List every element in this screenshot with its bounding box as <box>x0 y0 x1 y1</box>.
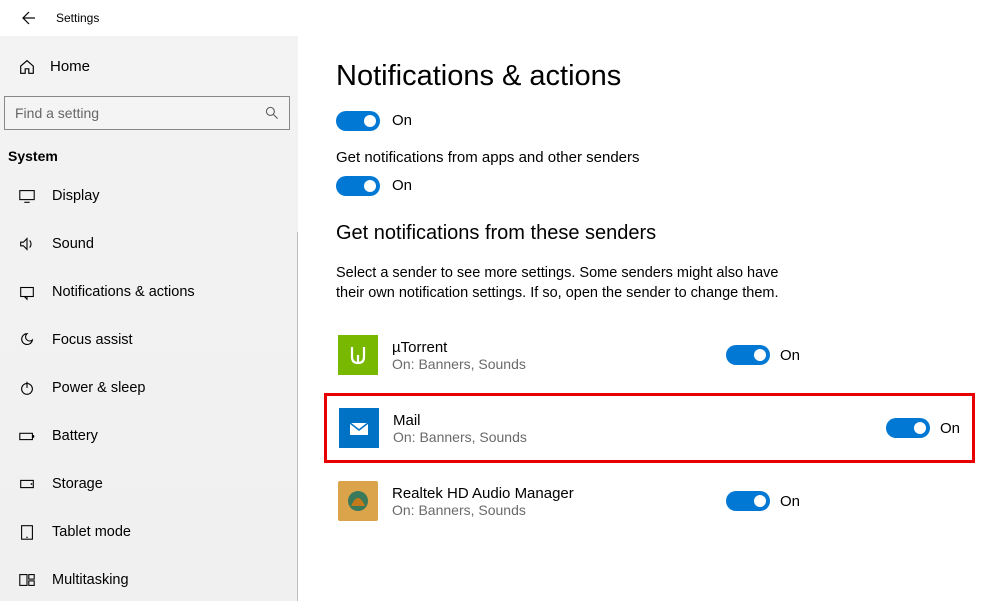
apps-toggle[interactable] <box>336 176 380 196</box>
storage-icon <box>16 475 38 493</box>
sender-row-utorrent[interactable]: µTorrent On: Banners, Sounds On <box>336 325 806 385</box>
tablet-icon <box>16 523 38 541</box>
sender-toggle-label: On <box>940 420 960 437</box>
sidebar-group-label: System <box>0 148 298 172</box>
sound-icon <box>16 235 38 253</box>
master-toggle-label: On <box>392 112 412 129</box>
sender-toggle-label: On <box>780 347 800 364</box>
sender-name: µTorrent <box>392 339 726 356</box>
utorrent-icon <box>338 335 378 375</box>
sender-toggle-label: On <box>780 493 800 510</box>
search-input[interactable] <box>15 105 263 121</box>
main-panel: Notifications & actions On Get notificat… <box>298 36 993 601</box>
sidebar-item-multitasking[interactable]: Multitasking <box>0 556 298 604</box>
sidebar-item-label: Notifications & actions <box>52 284 195 300</box>
apps-toggle-label: On <box>392 177 412 194</box>
senders-heading: Get notifications from these senders <box>336 222 963 245</box>
window-title: Settings <box>56 11 99 25</box>
sidebar-item-focus-assist[interactable]: Focus assist <box>0 316 298 364</box>
sidebar-item-tablet[interactable]: Tablet mode <box>0 508 298 556</box>
mail-icon <box>339 408 379 448</box>
sidebar-item-label: Sound <box>52 236 94 252</box>
sidebar: Home System Display Sound Notificat <box>0 36 298 601</box>
sidebar-item-label: Focus assist <box>52 332 133 348</box>
sidebar-item-label: Tablet mode <box>52 524 131 540</box>
sender-subtext: On: Banners, Sounds <box>392 502 726 518</box>
senders-help: Select a sender to see more settings. So… <box>336 263 806 304</box>
notifications-icon <box>16 283 38 301</box>
search-box[interactable] <box>4 96 290 130</box>
display-icon <box>16 187 38 205</box>
realtek-icon <box>338 481 378 521</box>
sender-subtext: On: Banners, Sounds <box>392 356 726 372</box>
sender-list: µTorrent On: Banners, Sounds On Mail On:… <box>336 325 963 531</box>
sidebar-item-label: Storage <box>52 476 103 492</box>
sidebar-divider <box>297 232 298 601</box>
apps-toggle-desc: Get notifications from apps and other se… <box>336 149 963 166</box>
sender-row-realtek[interactable]: Realtek HD Audio Manager On: Banners, So… <box>336 471 806 531</box>
sidebar-item-label: Battery <box>52 428 98 444</box>
sender-row-mail[interactable]: Mail On: Banners, Sounds On <box>339 408 960 448</box>
sidebar-nav: Display Sound Notifications & actions Fo… <box>0 172 298 604</box>
master-toggle[interactable] <box>336 111 380 131</box>
power-icon <box>16 379 38 397</box>
sender-toggle-utorrent[interactable] <box>726 345 770 365</box>
sender-toggle-realtek[interactable] <box>726 491 770 511</box>
sidebar-item-battery[interactable]: Battery <box>0 412 298 460</box>
sender-name: Mail <box>393 412 886 429</box>
sender-name: Realtek HD Audio Manager <box>392 485 726 502</box>
title-bar: Settings <box>0 0 993 36</box>
battery-icon <box>16 427 38 445</box>
sidebar-item-notifications[interactable]: Notifications & actions <box>0 268 298 316</box>
sidebar-item-sound[interactable]: Sound <box>0 220 298 268</box>
home-icon <box>16 58 38 76</box>
home-nav[interactable]: Home <box>0 48 298 86</box>
highlight-box: Mail On: Banners, Sounds On <box>324 393 975 463</box>
sender-toggle-mail[interactable] <box>886 418 930 438</box>
sidebar-item-label: Display <box>52 188 100 204</box>
page-heading: Notifications & actions <box>336 60 963 93</box>
focus-assist-icon <box>16 331 38 349</box>
sidebar-item-display[interactable]: Display <box>0 172 298 220</box>
sidebar-item-power[interactable]: Power & sleep <box>0 364 298 412</box>
sidebar-item-label: Multitasking <box>52 572 129 588</box>
back-icon[interactable] <box>18 10 36 26</box>
multitasking-icon <box>16 571 38 589</box>
sidebar-item-label: Power & sleep <box>52 380 146 396</box>
search-icon <box>263 105 281 121</box>
sender-subtext: On: Banners, Sounds <box>393 429 886 445</box>
home-label: Home <box>50 58 90 75</box>
sidebar-item-storage[interactable]: Storage <box>0 460 298 508</box>
